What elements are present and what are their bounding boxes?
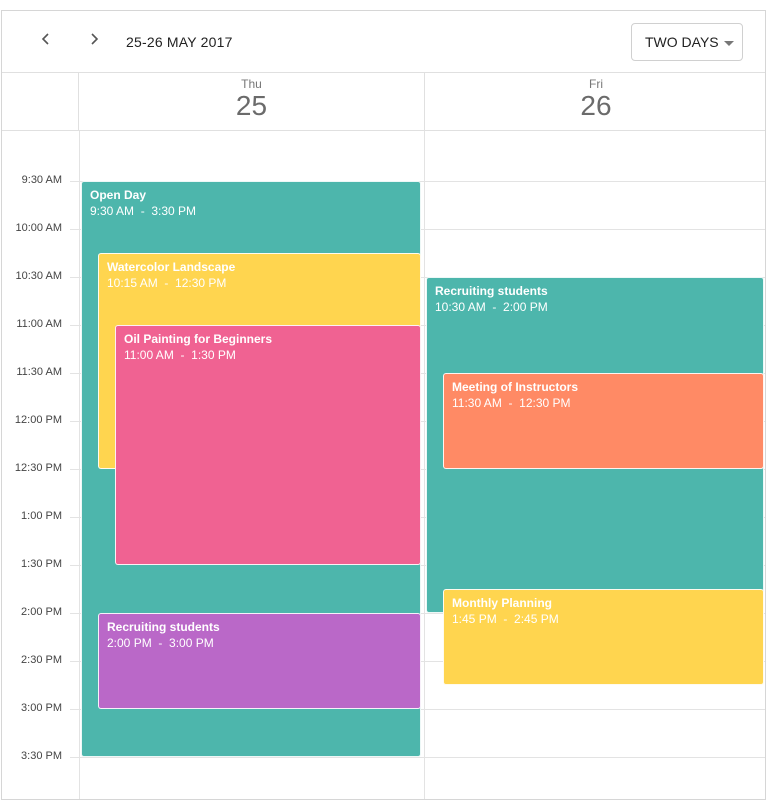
appointment-time: 9:30 AM - 3:30 PM bbox=[90, 204, 197, 218]
time-cell[interactable] bbox=[425, 757, 765, 799]
appointment-time: 11:00 AM - 1:30 PM bbox=[124, 348, 236, 362]
day-header-thu[interactable]: Thu 25 bbox=[79, 73, 424, 131]
day-number: 26 bbox=[580, 90, 612, 121]
time-cell[interactable] bbox=[425, 229, 765, 277]
previous-button[interactable] bbox=[32, 27, 60, 55]
appointment-title: Recruiting students bbox=[107, 620, 220, 634]
time-tick bbox=[70, 229, 79, 230]
view-selector-value: TWO DAYS bbox=[645, 34, 719, 50]
scheduler: 25-26 MAY 2017 TWO DAYS Thu 25 Fri 26 9:… bbox=[1, 10, 766, 800]
date-range-label[interactable]: 25-26 MAY 2017 bbox=[126, 34, 233, 50]
appointment-time: 1:45 PM - 2:45 PM bbox=[452, 612, 559, 626]
time-tick bbox=[70, 757, 79, 758]
time-cell[interactable] bbox=[425, 709, 765, 757]
time-label: 1:00 PM bbox=[21, 510, 62, 522]
appointment-title: Recruiting students bbox=[435, 284, 548, 298]
time-tick bbox=[70, 181, 79, 182]
time-cell[interactable] bbox=[425, 133, 765, 181]
time-tick bbox=[70, 709, 79, 710]
day-number: 25 bbox=[235, 90, 268, 121]
time-cell[interactable] bbox=[425, 181, 765, 229]
time-tick bbox=[70, 517, 79, 518]
time-tick bbox=[70, 277, 79, 278]
appointment-title: Oil Painting for Beginners bbox=[124, 332, 273, 346]
time-tick bbox=[70, 421, 79, 422]
scheduler-toolbar: 25-26 MAY 2017 TWO DAYS bbox=[2, 11, 765, 73]
day-header-fri[interactable]: Fri 26 bbox=[424, 73, 765, 131]
appointment-title: Meeting of Instructors bbox=[452, 380, 579, 394]
appointment-time: 11:30 AM - 12:30 PM bbox=[452, 396, 571, 410]
view-selector[interactable]: TWO DAYS bbox=[631, 23, 743, 61]
header-corner bbox=[2, 73, 79, 131]
time-label: 2:30 PM bbox=[21, 654, 62, 666]
time-tick bbox=[70, 325, 79, 326]
chevron-right-icon bbox=[88, 32, 100, 50]
appointment-time: 10:15 AM - 12:30 PM bbox=[107, 276, 227, 290]
time-label: 11:30 AM bbox=[16, 366, 62, 378]
time-tick bbox=[70, 565, 79, 566]
time-tick bbox=[70, 661, 79, 662]
appointment-title: Watercolor Landscape bbox=[107, 260, 236, 274]
time-label: 3:00 PM bbox=[21, 702, 62, 714]
appointment-title: Monthly Planning bbox=[452, 596, 552, 610]
time-label: 1:30 PM bbox=[21, 558, 62, 570]
appointment-title: Open Day bbox=[90, 188, 147, 202]
next-button[interactable] bbox=[80, 27, 108, 55]
time-cell[interactable] bbox=[80, 133, 424, 181]
appointment[interactable]: Monthly Planning 1:45 PM - 2:45 PM bbox=[443, 589, 764, 685]
time-tick bbox=[70, 373, 79, 374]
appointment-time: 10:30 AM - 2:00 PM bbox=[435, 300, 548, 314]
time-label: 12:30 PM bbox=[14, 462, 62, 474]
time-label: 3:30 PM bbox=[21, 750, 62, 762]
time-tick bbox=[70, 469, 79, 470]
appointment-time: 2:00 PM - 3:00 PM bbox=[107, 636, 214, 650]
appointment[interactable]: Oil Painting for Beginners 11:00 AM - 1:3… bbox=[115, 325, 421, 565]
time-label: 12:00 PM bbox=[14, 414, 62, 426]
day-of-week: Fri bbox=[589, 77, 603, 91]
time-label: 10:30 AM bbox=[15, 270, 62, 282]
time-tick bbox=[70, 613, 79, 614]
day-of-week: Thu bbox=[241, 77, 262, 91]
time-label: 10:00 AM bbox=[15, 222, 62, 234]
appointment[interactable]: Meeting of Instructors 11:30 AM - 12:30 P… bbox=[443, 373, 764, 469]
time-label: 9:30 AM bbox=[21, 174, 62, 186]
time-label: 11:00 AM bbox=[16, 318, 62, 330]
time-cell[interactable] bbox=[80, 757, 424, 799]
chevron-left-icon bbox=[40, 32, 52, 50]
caret-down-icon bbox=[724, 41, 734, 46]
time-label: 2:00 PM bbox=[21, 606, 62, 618]
appointment[interactable]: Recruiting students 2:00 PM - 3:00 PM bbox=[98, 613, 421, 709]
